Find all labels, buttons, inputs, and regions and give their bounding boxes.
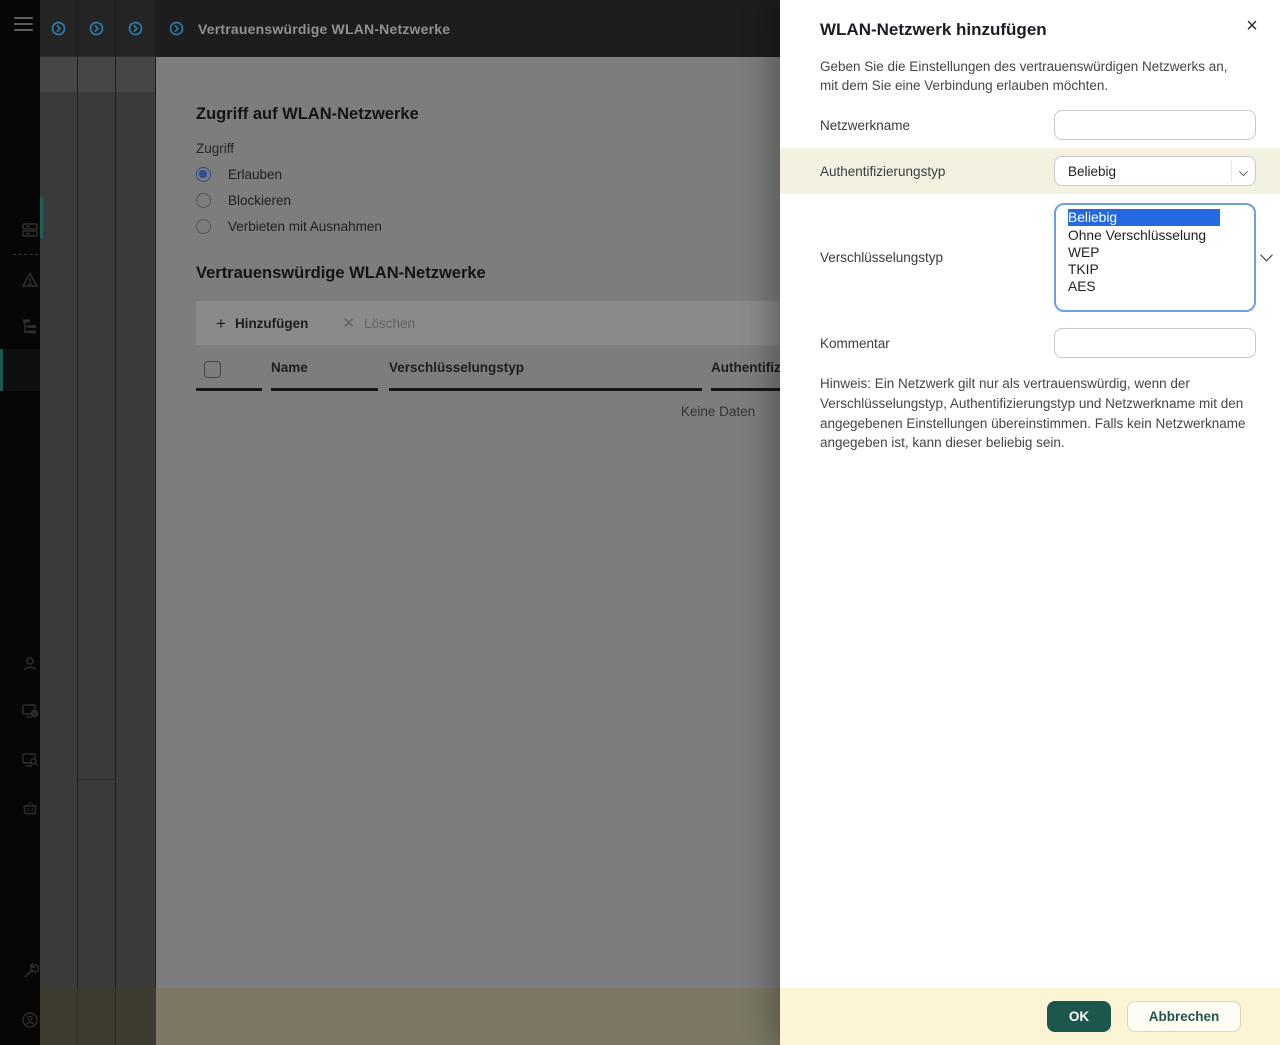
listbox-option[interactable]: Ohne Verschlüsselung	[1068, 227, 1254, 244]
section-title-access: Zugriff auf WLAN-Netzwerke	[196, 105, 419, 123]
collapsed-tab-2[interactable]	[78, 0, 115, 57]
sidebar-item-selected[interactable]	[0, 349, 40, 391]
nav-footer-tint	[40, 988, 156, 1045]
radio-option-block-with-exceptions[interactable]: Verbieten mit Ausnahmen	[196, 219, 382, 234]
network-name-input[interactable]	[1054, 110, 1256, 140]
header-underline	[196, 388, 262, 391]
wrench-icon[interactable]	[21, 963, 39, 981]
dialog-footer: OK Abbrechen	[780, 988, 1280, 1045]
x-icon: ✕	[342, 314, 356, 332]
comment-label: Kommentar	[820, 336, 890, 351]
auth-type-select[interactable]: Beliebig	[1054, 156, 1256, 186]
encryption-listbox[interactable]: Beliebig Ohne Verschlüsselung WEP TKIP A…	[1054, 203, 1256, 312]
add-wlan-dialog: WLAN-Netzwerk hinzufügen × Geben Sie die…	[780, 0, 1280, 1045]
auth-type-label: Authentifizierungstyp	[820, 164, 946, 179]
device-search-icon[interactable]	[21, 751, 39, 769]
chevron-down-icon	[1260, 248, 1273, 262]
selected-accent-bar	[0, 349, 3, 391]
encryption-label: Verschlüsselungstyp	[820, 250, 944, 265]
plus-icon: +	[216, 313, 226, 333]
warning-icon[interactable]	[21, 271, 39, 289]
menu-icon[interactable]	[14, 17, 33, 31]
nav-panel-1[interactable]	[40, 0, 78, 1045]
comment-input[interactable]	[1054, 328, 1256, 358]
delete-button[interactable]: ✕ Löschen	[342, 316, 415, 331]
main-content-dimmed: Zugriff auf WLAN-Netzwerke Zugriff Erlau…	[156, 57, 780, 988]
header-underline	[389, 388, 702, 391]
table-empty-text: Keine Daten	[680, 404, 756, 419]
sidebar-divider	[13, 254, 38, 255]
radio-icon	[196, 219, 211, 234]
dialog-description: Geben Sie die Einstellungen des vertraue…	[820, 59, 1228, 93]
radio-icon	[196, 193, 211, 208]
header-underline	[271, 388, 378, 391]
circle-arrow-icon	[169, 21, 184, 36]
listbox-option-selected[interactable]: Beliebig	[1068, 209, 1220, 226]
collapsed-tab-3[interactable]	[116, 0, 155, 57]
listbox-option[interactable]: TKIP	[1068, 261, 1254, 278]
listbox-option[interactable]: AES	[1068, 278, 1254, 295]
dialog-title: WLAN-Netzwerk hinzufügen	[820, 20, 1047, 39]
ok-button[interactable]: OK	[1047, 1001, 1111, 1032]
radio-option-allow[interactable]: Erlauben	[196, 167, 282, 182]
column-header-encryption[interactable]: Verschlüsselungstyp	[389, 360, 524, 375]
page-title: Vertrauenswürdige WLAN-Netzwerke	[198, 20, 451, 37]
nav-panel-3[interactable]	[116, 0, 156, 1045]
radio-selected-icon	[196, 167, 211, 182]
table-toolbar: + Hinzufügen ✕ Löschen	[196, 301, 780, 345]
section-title-trusted: Vertrauenswürdige WLAN-Netzwerke	[196, 264, 486, 282]
select-all-checkbox[interactable]	[204, 361, 221, 378]
collapsed-nav-panels	[40, 0, 156, 1045]
auth-type-value: Beliebig	[1068, 163, 1117, 179]
nav-panel-separator	[78, 779, 116, 780]
circle-arrow-icon	[51, 21, 66, 35]
listbox-option[interactable]: WEP	[1068, 244, 1254, 261]
sidebar	[0, 0, 40, 1045]
chevron-down-icon	[1239, 166, 1248, 176]
access-group-label: Zugriff	[196, 141, 235, 156]
user-icon[interactable]	[21, 655, 39, 673]
radio-option-block[interactable]: Blockieren	[196, 193, 291, 208]
server-list-icon[interactable]	[21, 221, 39, 239]
close-icon[interactable]: ×	[1241, 15, 1263, 37]
account-icon[interactable]	[21, 1011, 39, 1029]
circle-arrow-icon	[128, 21, 143, 35]
nav-selected-accent-bar	[40, 197, 43, 238]
add-button[interactable]: + Hinzufügen	[216, 315, 308, 332]
dialog-hint: Hinweis: Ein Netzwerk gilt nur als vertr…	[820, 376, 1246, 451]
device-settings-icon[interactable]	[21, 702, 39, 720]
network-name-label: Netzwerkname	[820, 118, 911, 133]
cancel-button[interactable]: Abbrechen	[1127, 1001, 1241, 1032]
nav-panel-2[interactable]	[78, 0, 116, 1045]
column-header-name[interactable]: Name	[271, 360, 308, 375]
active-tab[interactable]: Vertrauenswürdige WLAN-Netzwerke	[156, 0, 780, 57]
select-button-zone	[1231, 160, 1255, 182]
policy-tree-icon[interactable]	[21, 318, 39, 336]
header-underline	[711, 388, 780, 391]
column-header-auth[interactable]: Authentifizierungstyp	[711, 360, 780, 375]
page-footer-dimmed	[156, 988, 780, 1045]
basket-icon[interactable]	[21, 799, 39, 817]
circle-arrow-icon	[89, 21, 104, 35]
collapsed-tab-1[interactable]	[40, 0, 77, 57]
